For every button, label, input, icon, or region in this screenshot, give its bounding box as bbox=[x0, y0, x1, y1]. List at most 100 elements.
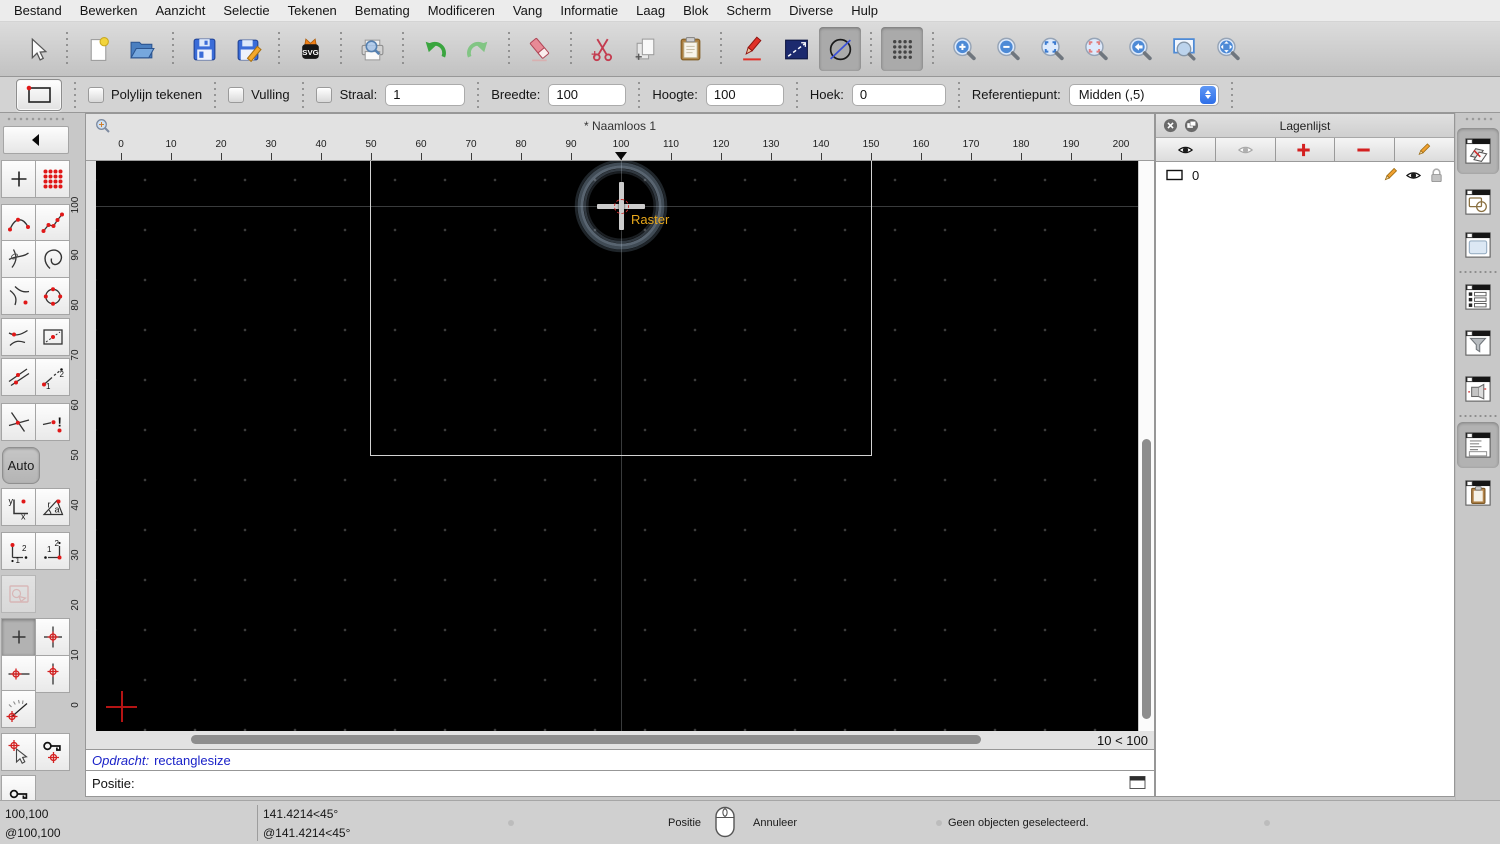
width-input[interactable] bbox=[548, 83, 627, 106]
plus-select-tool-button[interactable] bbox=[1, 618, 36, 656]
command-bar[interactable]: Opdracht: rectanglesize bbox=[86, 749, 1154, 771]
new-document-button[interactable] bbox=[77, 27, 119, 71]
reference-point-select[interactable]: Midden (,5) bbox=[1068, 83, 1219, 106]
lock-target-tool-button[interactable] bbox=[35, 733, 70, 771]
layer-visible-eye-icon[interactable] bbox=[1405, 168, 1422, 183]
zoom-selection-button[interactable] bbox=[1075, 27, 1117, 71]
rectangle-tool-button[interactable] bbox=[16, 78, 62, 111]
copy-button[interactable] bbox=[625, 27, 667, 71]
menu-bewerken[interactable]: Bewerken bbox=[71, 3, 147, 18]
extrude-palette-toggle[interactable] bbox=[1461, 370, 1495, 408]
layer-row[interactable]: 0 bbox=[1156, 162, 1454, 188]
corner-21-tool-button[interactable]: 12 bbox=[35, 532, 70, 570]
position-bar[interactable]: Positie: bbox=[86, 771, 1154, 796]
rect-diagonal-tool-button[interactable] bbox=[35, 318, 70, 356]
remove-layer-button[interactable] bbox=[1335, 138, 1396, 162]
layers-panel-titlebar[interactable]: Lagenlijst bbox=[1156, 114, 1454, 138]
save-as-button[interactable] bbox=[227, 27, 269, 71]
point-grid-tool-button[interactable] bbox=[35, 160, 70, 198]
menu-informatie[interactable]: Informatie bbox=[551, 3, 627, 18]
document-titlebar[interactable]: * Naamloos 1 bbox=[86, 114, 1154, 138]
add-layer-button[interactable] bbox=[1275, 138, 1336, 162]
radius-angle-tool-button[interactable]: ra bbox=[35, 488, 70, 526]
menu-hulp[interactable]: Hulp bbox=[842, 3, 887, 18]
layer-edit-pencil-icon[interactable] bbox=[1382, 167, 1398, 183]
print-preview-button[interactable] bbox=[351, 27, 393, 71]
snap-horizontal-tool-button[interactable] bbox=[1, 655, 36, 693]
coordinates-palette-toggle[interactable] bbox=[1457, 422, 1499, 468]
add-point-tool-button[interactable] bbox=[1, 160, 36, 198]
zoom-fit-button[interactable] bbox=[1031, 27, 1073, 71]
segment-12-tool-button[interactable]: 12 bbox=[35, 358, 70, 396]
layer-lock-icon[interactable] bbox=[1429, 167, 1444, 183]
show-all-eye-button[interactable] bbox=[1156, 138, 1216, 162]
height-input[interactable] bbox=[705, 83, 784, 106]
menu-tekenen[interactable]: Tekenen bbox=[279, 3, 346, 18]
paste-button[interactable] bbox=[669, 27, 711, 71]
horizontal-scrollbar-thumb[interactable] bbox=[191, 735, 981, 744]
menu-diverse[interactable]: Diverse bbox=[780, 3, 842, 18]
drawing-palette-toggle[interactable] bbox=[1457, 128, 1499, 174]
zoom-out-button[interactable] bbox=[987, 27, 1029, 71]
angle-input[interactable] bbox=[851, 83, 946, 106]
select-target-tool-button[interactable] bbox=[1, 733, 36, 771]
line-style-button[interactable] bbox=[775, 27, 817, 71]
select-cursor-button[interactable] bbox=[15, 27, 57, 71]
polyline-points-tool-button[interactable] bbox=[35, 204, 70, 242]
zoom-in-button[interactable] bbox=[943, 27, 985, 71]
pan-view-button[interactable] bbox=[1207, 27, 1249, 71]
tangent-lines-tool-button[interactable] bbox=[1, 358, 36, 396]
trim-curve-tool-button[interactable] bbox=[1, 240, 36, 278]
menu-vang[interactable]: Vang bbox=[504, 3, 551, 18]
tangent-arc-tool-button[interactable] bbox=[1, 318, 36, 356]
clipboard-palette-toggle[interactable] bbox=[1461, 474, 1495, 512]
coords-xy-tool-button[interactable]: yx bbox=[1, 488, 36, 526]
palette-collapse-button[interactable] bbox=[3, 126, 69, 154]
zoom-window-button[interactable] bbox=[1163, 27, 1205, 71]
svg-export-button[interactable]: SVG bbox=[289, 27, 331, 71]
menu-blok[interactable]: Blok bbox=[674, 3, 717, 18]
menu-bestand[interactable]: Bestand bbox=[5, 3, 71, 18]
crosshair-point-tool-button[interactable] bbox=[35, 618, 70, 656]
horizontal-scrollbar[interactable]: 10 < 100 bbox=[86, 731, 1154, 749]
zoom-previous-button[interactable] bbox=[1119, 27, 1161, 71]
circle-loop-tool-button[interactable] bbox=[35, 240, 70, 278]
window-icon[interactable] bbox=[1129, 775, 1146, 790]
eraser-button[interactable] bbox=[519, 27, 561, 71]
edit-layers-button[interactable] bbox=[1395, 138, 1454, 162]
preview-palette-toggle[interactable] bbox=[1461, 226, 1495, 264]
menu-scherm[interactable]: Scherm bbox=[717, 3, 780, 18]
hide-all-eye-button[interactable] bbox=[1215, 138, 1276, 162]
fill-checkbox[interactable] bbox=[228, 86, 245, 103]
point-exclaim-tool-button[interactable]: ! bbox=[35, 403, 70, 441]
arc-point-tool-button[interactable] bbox=[1, 277, 36, 315]
objects-palette-toggle[interactable] bbox=[1461, 183, 1495, 221]
palette-drag-handle[interactable] bbox=[1464, 117, 1494, 121]
menu-bemating[interactable]: Bemating bbox=[346, 3, 419, 18]
vertical-scrollbar[interactable] bbox=[1138, 161, 1154, 731]
auto-snap-button[interactable]: Auto bbox=[2, 447, 40, 484]
menu-selectie[interactable]: Selectie bbox=[214, 3, 278, 18]
open-file-button[interactable] bbox=[121, 27, 163, 71]
save-file-button[interactable] bbox=[183, 27, 225, 71]
snap-angle-tool-button[interactable] bbox=[1, 690, 36, 728]
redo-button[interactable] bbox=[457, 27, 499, 71]
snap-vertical-tool-button[interactable] bbox=[35, 655, 70, 693]
menu-aanzicht[interactable]: Aanzicht bbox=[147, 3, 215, 18]
intersect-lines-tool-button[interactable] bbox=[1, 403, 36, 441]
menu-laag[interactable]: Laag bbox=[627, 3, 674, 18]
circle-points-tool-button[interactable] bbox=[35, 277, 70, 315]
cut-button[interactable] bbox=[581, 27, 623, 71]
drawing-canvas[interactable]: Raster bbox=[96, 161, 1138, 731]
corner-12-tool-button[interactable]: 12 bbox=[1, 532, 36, 570]
palette-drag-handle[interactable] bbox=[6, 117, 64, 121]
undo-button[interactable] bbox=[413, 27, 455, 71]
filter-palette-toggle[interactable] bbox=[1461, 324, 1495, 362]
radius-checkbox[interactable] bbox=[315, 86, 332, 103]
spline-points-tool-button[interactable] bbox=[1, 204, 36, 242]
radius-input[interactable] bbox=[385, 83, 466, 106]
polyline-checkbox[interactable] bbox=[88, 86, 104, 103]
pen-color-button[interactable] bbox=[731, 27, 773, 71]
menu-modificeren[interactable]: Modificeren bbox=[419, 3, 504, 18]
vertical-scrollbar-thumb[interactable] bbox=[1142, 439, 1151, 719]
